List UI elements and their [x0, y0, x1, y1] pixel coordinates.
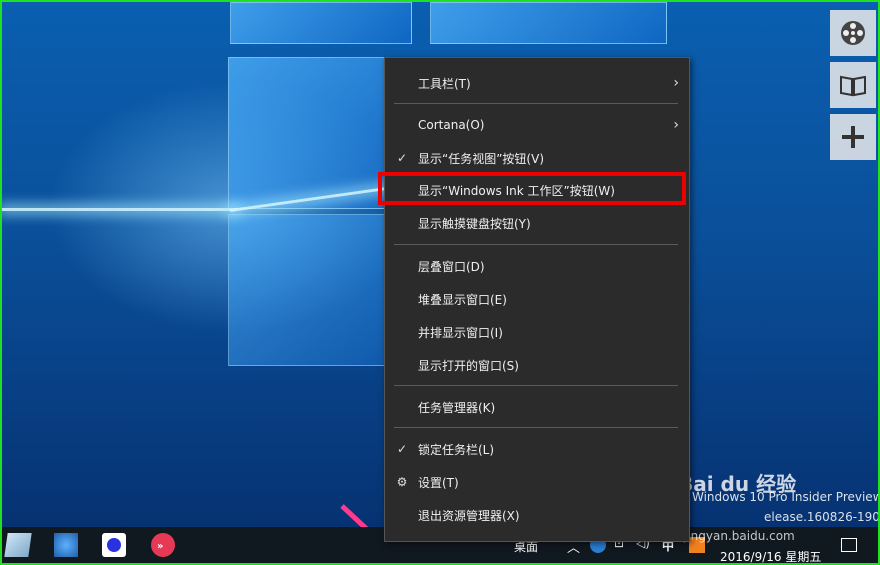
menu-item-stack-windows[interactable]: 堆叠显示窗口(E) [385, 284, 689, 314]
menu-item-toolbars[interactable]: 工具栏(T) › [385, 68, 689, 98]
taskbar-context-menu: 工具栏(T) › Cortana(O) › ✓ 显示“任务视图”按钮(V) 显示… [384, 57, 690, 542]
os-build-watermark-line2: elease.160826-1902 [764, 510, 880, 524]
menu-separator [394, 103, 678, 104]
action-center-icon[interactable] [841, 538, 857, 552]
menu-item-cascade-windows[interactable]: 层叠窗口(D) [385, 251, 689, 281]
highlight-annotation-box [378, 172, 686, 205]
menu-item-show-task-view[interactable]: ✓ 显示“任务视图”按钮(V) [385, 143, 689, 173]
menu-item-label: 工具栏(T) [418, 76, 471, 91]
menu-item-label: 显示“任务视图”按钮(V) [418, 151, 545, 166]
checkmark-icon: ✓ [396, 151, 408, 165]
menu-item-label: 显示触摸键盘按钮(Y) [418, 216, 531, 231]
media-app-icon[interactable]: » [151, 533, 175, 557]
menu-separator [394, 244, 678, 245]
film-reel-icon [841, 21, 865, 45]
menu-item-side-by-side[interactable]: 并排显示窗口(I) [385, 317, 689, 347]
plus-icon [842, 126, 864, 148]
wallpaper-light-beam [2, 208, 237, 211]
checkmark-icon: ✓ [396, 442, 408, 456]
baidu-app-icon[interactable] [102, 533, 126, 557]
book-icon [840, 75, 866, 97]
menu-separator [394, 427, 678, 428]
menu-item-label: 任务管理器(K) [418, 400, 496, 415]
menu-item-label: 并排显示窗口(I) [418, 325, 503, 340]
wallpaper-pane [230, 2, 412, 44]
menu-item-show-open-windows[interactable]: 显示打开的窗口(S) [385, 350, 689, 380]
menu-item-settings[interactable]: ⚙ 设置(T) [385, 467, 689, 497]
menu-item-lock-taskbar[interactable]: ✓ 锁定任务栏(L) [385, 434, 689, 464]
menu-separator [394, 385, 678, 386]
gear-icon: ⚙ [396, 475, 408, 489]
add-button[interactable] [830, 114, 876, 160]
menu-item-exit-explorer[interactable]: 退出资源管理器(X) [385, 500, 689, 530]
menu-item-cortana[interactable]: Cortana(O) › [385, 110, 689, 140]
menu-item-label: 锁定任务栏(L) [418, 442, 495, 457]
wallpaper-pane [430, 2, 667, 44]
network-app-icon[interactable] [54, 533, 78, 557]
menu-item-label: Cortana(O) [418, 118, 485, 132]
video-reel-button[interactable] [830, 10, 876, 56]
menu-item-label: 堆叠显示窗口(E) [418, 292, 507, 307]
clock-date[interactable]: 2016/9/16 星期五 [720, 548, 821, 563]
menu-item-label: 设置(T) [418, 475, 459, 490]
baidu-jingyan-logo: Bai du 经验 [678, 472, 797, 496]
chevron-right-icon: › [673, 75, 679, 91]
menu-item-task-manager[interactable]: 任务管理器(K) [385, 392, 689, 422]
menu-item-label: 退出资源管理器(X) [418, 508, 520, 523]
baidu-jingyan-watermark: jingyan.baidu.com [684, 529, 795, 543]
menu-item-show-touch-keyboard[interactable]: 显示触摸键盘按钮(Y) [385, 208, 689, 238]
notepad-app-icon[interactable] [4, 533, 32, 557]
reading-book-button[interactable] [830, 62, 876, 108]
menu-item-label: 层叠窗口(D) [418, 259, 485, 274]
menu-item-label: 显示打开的窗口(S) [418, 358, 519, 373]
chevron-right-icon: › [673, 117, 679, 133]
